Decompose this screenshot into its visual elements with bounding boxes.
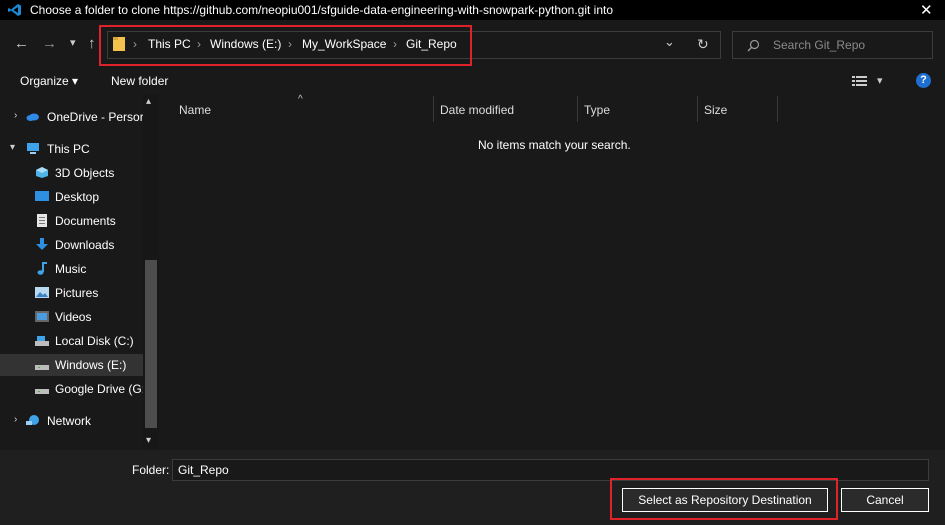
desktop-icon	[35, 191, 49, 201]
sidebar-item-label: Windows (E:)	[55, 358, 127, 372]
new-folder-button[interactable]: New folder	[111, 74, 168, 88]
sidebar-item-label: Music	[55, 262, 87, 276]
sidebar-item-label: Google Drive (G:	[55, 382, 146, 396]
address-dropdown-button[interactable]: ⌄	[664, 34, 675, 50]
empty-message: No items match your search.	[478, 138, 631, 152]
column-divider[interactable]	[433, 96, 434, 122]
column-header-size[interactable]: Size	[704, 103, 727, 117]
sidebar-item-desktop[interactable]: Desktop	[0, 186, 143, 208]
forward-button[interactable]: →	[42, 35, 57, 52]
scroll-up-button[interactable]: ▴	[146, 96, 151, 107]
sidebar-item-documents[interactable]: Documents	[0, 210, 143, 232]
drive-icon	[35, 365, 49, 370]
sidebar-item-local-disk-c[interactable]: Local Disk (C:)	[0, 330, 143, 352]
search-box[interactable]: Search Git_Repo	[732, 31, 933, 59]
recent-locations-button[interactable]: ▾	[70, 36, 76, 49]
sidebar-item-label: Local Disk (C:)	[55, 334, 134, 348]
sidebar-item-label: Network	[47, 414, 92, 428]
sidebar-item-label: Videos	[55, 310, 92, 324]
column-divider[interactable]	[777, 96, 778, 122]
sidebar-item-windows-e[interactable]: Windows (E:)	[0, 354, 143, 376]
pictures-icon	[35, 287, 49, 298]
sidebar-item-label: OneDrive - Persor	[47, 110, 144, 124]
sidebar-item-downloads[interactable]: Downloads	[0, 234, 143, 256]
sidebar-item-onedrive[interactable]: › OneDrive - Persor	[0, 106, 144, 128]
sort-indicator-icon: ^	[298, 94, 303, 105]
3d-objects-icon	[36, 167, 48, 178]
chevron-down-icon[interactable]: ▾	[10, 142, 15, 153]
sidebar-item-this-pc[interactable]: ▾ This PC	[0, 138, 143, 160]
this-pc-icon	[27, 143, 39, 154]
sidebar-item-label: 3D Objects	[55, 166, 115, 180]
column-divider[interactable]	[697, 96, 698, 122]
search-placeholder: Search Git_Repo	[773, 38, 866, 52]
organize-button[interactable]: Organize ▾	[20, 74, 78, 88]
column-divider[interactable]	[577, 96, 578, 122]
onedrive-icon	[26, 113, 39, 121]
up-button[interactable]: ↑	[88, 35, 96, 52]
chevron-right-icon[interactable]: ›	[14, 414, 17, 425]
view-dropdown-button[interactable]: ▾	[877, 74, 883, 87]
network-icon	[26, 415, 39, 425]
highlight-box	[99, 25, 472, 66]
scroll-down-button[interactable]: ▾	[146, 435, 151, 446]
drive-icon	[35, 336, 49, 346]
sidebar-item-music[interactable]: Music	[0, 258, 143, 280]
column-header-name[interactable]: Name	[179, 103, 211, 117]
search-icon	[747, 39, 760, 52]
highlight-box	[610, 478, 838, 520]
folder-label: Folder:	[132, 463, 170, 477]
downloads-icon	[36, 238, 48, 250]
documents-icon	[37, 214, 47, 227]
vscode-icon	[8, 4, 21, 16]
sidebar-item-pictures[interactable]: Pictures	[0, 282, 143, 304]
column-header-date-modified[interactable]: Date modified	[440, 103, 514, 117]
videos-icon	[35, 311, 49, 322]
scrollbar-thumb[interactable]	[145, 260, 157, 428]
sidebar-item-google-drive-g[interactable]: Google Drive (G:	[0, 378, 146, 400]
back-button[interactable]: ←	[14, 35, 29, 52]
window-title: Choose a folder to clone https://github.…	[30, 3, 614, 17]
sidebar-item-videos[interactable]: Videos	[0, 306, 143, 328]
sidebar-item-label: Documents	[55, 214, 116, 228]
help-button[interactable]: ?	[916, 73, 931, 88]
refresh-button[interactable]: ↻	[697, 36, 709, 53]
sidebar-item-label: This PC	[47, 142, 90, 156]
column-header-type[interactable]: Type	[584, 103, 610, 117]
view-options-icon[interactable]	[852, 75, 868, 87]
drive-icon	[35, 389, 49, 394]
sidebar-item-label: Pictures	[55, 286, 99, 300]
sidebar-item-label: Desktop	[55, 190, 100, 204]
sidebar-item-network[interactable]: › Network	[0, 410, 143, 432]
sidebar-item-3d-objects[interactable]: 3D Objects	[0, 162, 143, 184]
music-icon	[37, 262, 47, 275]
title-bar: Choose a folder to clone https://github.…	[0, 0, 945, 20]
chevron-right-icon[interactable]: ›	[14, 110, 17, 121]
sidebar-item-label: Downloads	[55, 238, 115, 252]
cancel-button[interactable]: Cancel	[841, 488, 929, 512]
close-button[interactable]: ✕	[920, 1, 933, 19]
